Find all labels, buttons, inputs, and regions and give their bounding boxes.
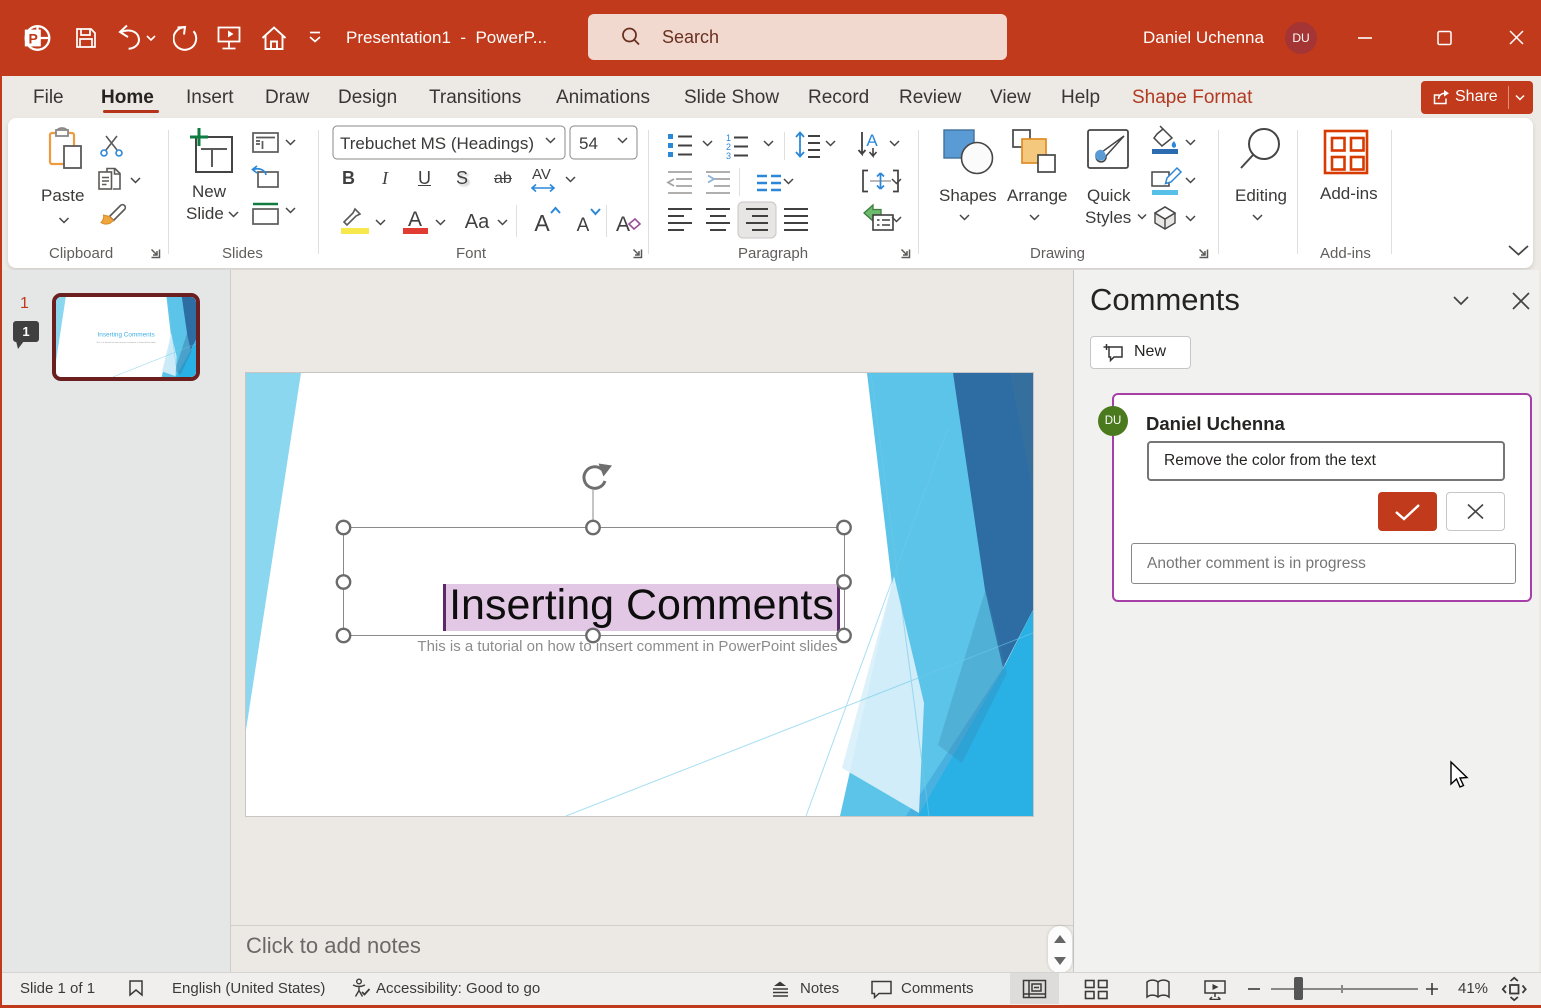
svg-text:Inserting Comments: Inserting Comments: [98, 331, 155, 338]
svg-text:P: P: [29, 30, 38, 46]
